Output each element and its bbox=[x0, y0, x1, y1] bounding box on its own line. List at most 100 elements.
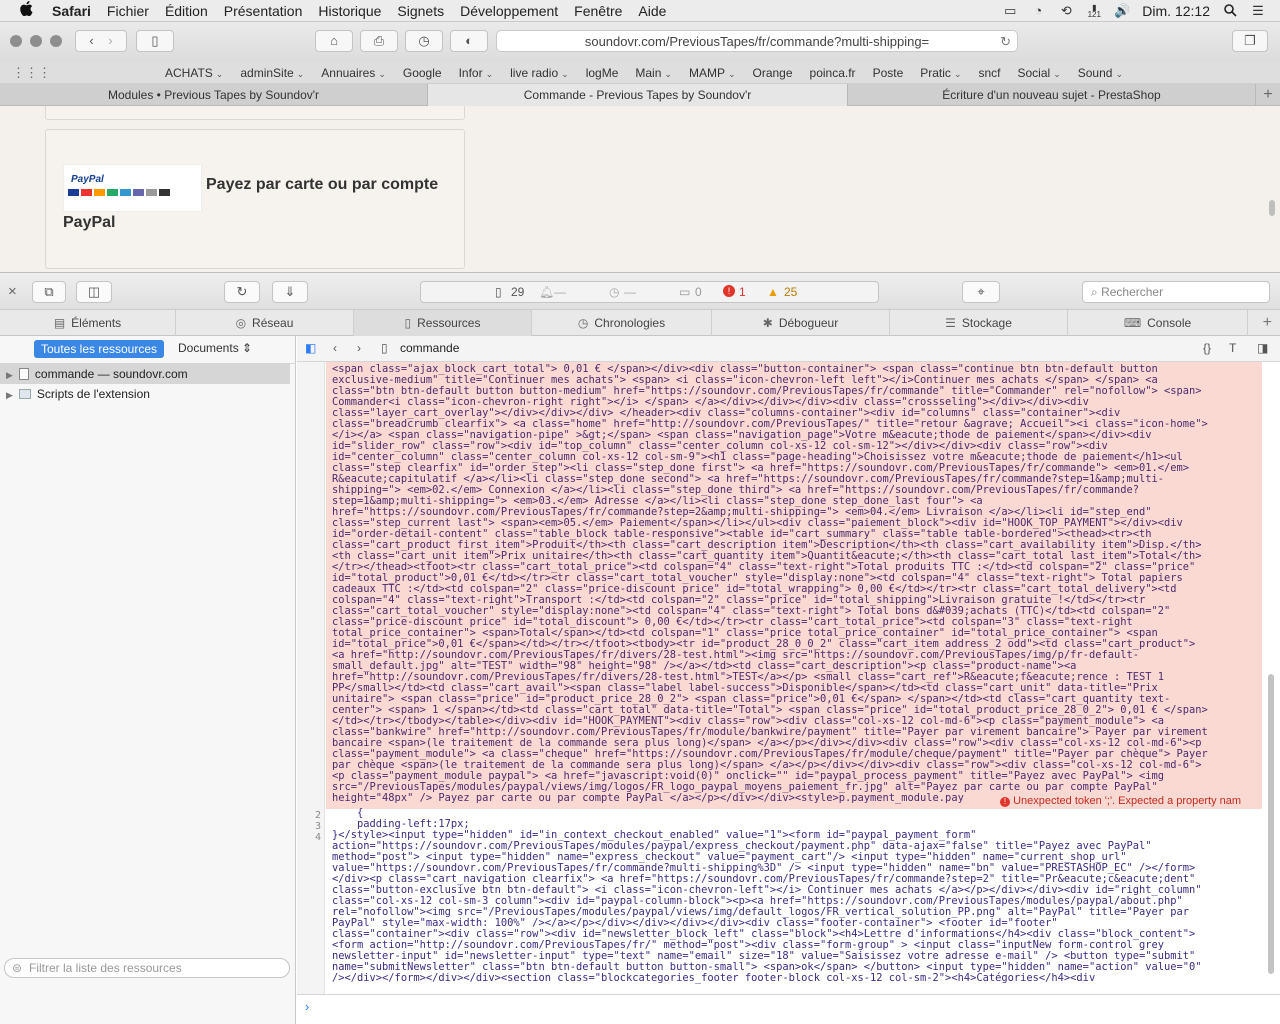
time-machine-icon[interactable]: ⟲ bbox=[1058, 4, 1074, 18]
bookmark-link[interactable]: sncf bbox=[978, 66, 1000, 80]
documents-dropdown[interactable]: Documents ⇕ bbox=[178, 341, 252, 355]
bookmark-folder[interactable]: ACHATS ⌄ bbox=[165, 66, 223, 80]
volume-icon[interactable]: 🔊 bbox=[1114, 4, 1130, 18]
menu-aide[interactable]: Aide bbox=[638, 3, 666, 19]
resource-filter-input[interactable]: ⊜ Filtrer la liste des ressources bbox=[4, 958, 290, 978]
bookmark-folder[interactable]: Sound ⌄ bbox=[1078, 66, 1123, 80]
all-resources-filter[interactable]: Toutes les ressources bbox=[34, 340, 164, 358]
history-button[interactable]: ◷ bbox=[405, 30, 443, 52]
file-path[interactable]: commande bbox=[400, 341, 459, 355]
reload-page-button[interactable]: ↻ bbox=[224, 281, 260, 303]
tree-item-commande[interactable]: ▶ commande — soundovr.com bbox=[0, 364, 290, 384]
top-sites-grid-icon[interactable]: ⋮⋮⋮ bbox=[12, 65, 51, 81]
paypal-payment-option[interactable]: PayPal Payez par carte ou par compte Pay… bbox=[45, 129, 465, 269]
spotlight-search-icon[interactable] bbox=[1222, 4, 1238, 18]
back-icon[interactable]: ‹ bbox=[333, 341, 337, 355]
disclosure-triangle-icon[interactable]: ▶ bbox=[6, 390, 13, 400]
pretty-print-icon[interactable]: {} bbox=[1203, 341, 1211, 355]
menu-presentation[interactable]: Présentation bbox=[224, 3, 303, 19]
menu-edition[interactable]: Édition bbox=[165, 3, 208, 19]
page-scrollbar[interactable] bbox=[1269, 200, 1275, 216]
sync-icon[interactable]: ◔ bbox=[1030, 4, 1046, 18]
line-number[interactable]: 2 bbox=[297, 810, 321, 821]
warning-icon[interactable]: ▲ bbox=[767, 285, 779, 299]
tab-modules[interactable]: Modules • Previous Tapes by Soundov'r bbox=[0, 84, 428, 106]
bookmark-folder[interactable]: adminSite ⌄ bbox=[240, 66, 304, 80]
bookmark-folder[interactable]: Main ⌄ bbox=[635, 66, 672, 80]
inspect-element-button[interactable]: ⌖ bbox=[962, 281, 1000, 303]
tab-storage[interactable]: ☰ Stockage bbox=[890, 310, 1068, 336]
back-icon[interactable]: ‹ bbox=[89, 33, 93, 48]
back-forward-buttons[interactable]: ‹ › bbox=[75, 30, 127, 52]
print-button[interactable]: ⎙ bbox=[360, 30, 398, 52]
bookmark-link[interactable]: logMe bbox=[586, 66, 619, 80]
tab-debugger[interactable]: ✱ Débogueur bbox=[712, 310, 890, 336]
bookmark-link[interactable]: poinca.fr bbox=[810, 66, 856, 80]
quick-console[interactable]: › bbox=[297, 994, 1280, 1024]
forward-icon[interactable]: › bbox=[357, 341, 361, 355]
navigation-sidebar-icon[interactable]: ◧ bbox=[305, 341, 316, 355]
error-icon[interactable]: ! bbox=[723, 285, 735, 297]
address-bar[interactable]: soundovr.com/PreviousTapes/fr/commande?m… bbox=[496, 30, 1018, 52]
minimize-window-button[interactable] bbox=[30, 35, 42, 47]
dock-side-button[interactable]: ◫ bbox=[76, 281, 112, 303]
keyboard-flag-icon[interactable]: ▮ 121 bbox=[1086, 4, 1102, 19]
menu-historique[interactable]: Historique bbox=[318, 3, 381, 19]
add-tab-plus-icon[interactable]: + bbox=[1263, 310, 1272, 336]
code-line: /></div></form></div></div><section clas… bbox=[332, 972, 1096, 984]
bookmark-folder[interactable]: Infor ⌄ bbox=[459, 66, 494, 80]
close-window-button[interactable] bbox=[10, 35, 22, 47]
bookmark-folder[interactable]: Social ⌄ bbox=[1018, 66, 1061, 80]
bookmark-folder[interactable]: MAMP ⌄ bbox=[689, 66, 736, 80]
inspector-search-input[interactable]: ⌕ Rechercher bbox=[1082, 281, 1270, 303]
detach-inspector-button[interactable]: ⧉ bbox=[32, 281, 66, 303]
bookmark-folder[interactable]: Pratic ⌄ bbox=[920, 66, 961, 80]
errors-count[interactable]: 1 bbox=[739, 285, 746, 299]
bookmark-link[interactable]: Orange bbox=[753, 66, 793, 80]
sidebar-toggle-button[interactable]: ▯ bbox=[136, 30, 174, 52]
reload-icon[interactable]: ↻ bbox=[1000, 31, 1011, 52]
bookmark-folder[interactable]: Annuaires ⌄ bbox=[321, 66, 386, 80]
source-code-view[interactable]: 2 3 4 <span class="ajax_block_cart_total… bbox=[297, 362, 1280, 994]
line-number[interactable]: 3 bbox=[297, 821, 321, 832]
code-scrollbar[interactable] bbox=[1268, 674, 1274, 974]
zoom-window-button[interactable] bbox=[50, 35, 62, 47]
message-icon[interactable]: ▭ bbox=[679, 285, 690, 299]
tab-resources[interactable]: ▯ Ressources bbox=[354, 310, 532, 336]
disclosure-triangle-icon[interactable]: ▶ bbox=[6, 370, 13, 380]
menu-fenetre[interactable]: Fenêtre bbox=[574, 3, 622, 19]
menu-clock[interactable]: Dim. 12:12 bbox=[1142, 3, 1210, 19]
display-icon[interactable]: ▭ bbox=[1002, 4, 1018, 18]
type-icon[interactable]: T bbox=[1229, 341, 1236, 355]
tab-ecriture[interactable]: Écriture d'un nouveau sujet - PrestaShop bbox=[848, 84, 1256, 106]
tab-console[interactable]: ⌨ Console bbox=[1068, 310, 1248, 336]
tab-overview-button[interactable]: ❐ bbox=[1232, 30, 1268, 52]
bookmark-link[interactable]: Google bbox=[403, 66, 442, 80]
apple-menu-icon[interactable] bbox=[20, 1, 42, 20]
bookmark-folder[interactable]: live radio ⌄ bbox=[510, 66, 569, 80]
menu-app-safari[interactable]: Safari bbox=[52, 3, 91, 19]
menu-signets[interactable]: Signets bbox=[397, 3, 444, 19]
tab-elements[interactable]: ▤ Éléments bbox=[0, 310, 176, 336]
download-button[interactable]: ⇓ bbox=[272, 281, 308, 303]
menu-fichier[interactable]: Fichier bbox=[107, 3, 149, 19]
details-sidebar-icon[interactable]: ◨ bbox=[1257, 341, 1268, 355]
notification-center-icon[interactable]: ☰ bbox=[1250, 4, 1266, 18]
paypal-logo-image[interactable]: PayPal bbox=[63, 164, 202, 212]
paypal-option-title-2[interactable]: PayPal bbox=[63, 214, 115, 232]
menu-developpement[interactable]: Développement bbox=[460, 3, 558, 19]
forward-icon[interactable]: › bbox=[108, 33, 112, 48]
bookmark-link[interactable]: Poste bbox=[873, 66, 904, 80]
tree-item-extension-scripts[interactable]: ▶ Scripts de l'extension bbox=[6, 384, 296, 404]
tab-commande[interactable]: Commande - Previous Tapes by Soundov'r bbox=[428, 84, 848, 106]
paypal-option-title[interactable]: Payez par carte ou par compte bbox=[206, 176, 438, 194]
messages-count[interactable]: 0 bbox=[695, 285, 702, 299]
extension-button[interactable]: ◐ bbox=[450, 30, 488, 52]
new-tab-plus-icon[interactable]: + bbox=[1256, 84, 1280, 106]
warnings-count[interactable]: 25 bbox=[784, 285, 797, 299]
close-inspector-icon[interactable]: × bbox=[8, 283, 17, 300]
tab-network[interactable]: ◎ Réseau bbox=[176, 310, 354, 336]
line-number[interactable]: 4 bbox=[297, 832, 321, 843]
home-button[interactable]: ⌂ bbox=[315, 30, 353, 52]
tab-timelines[interactable]: ◷ Chronologies bbox=[532, 310, 712, 336]
